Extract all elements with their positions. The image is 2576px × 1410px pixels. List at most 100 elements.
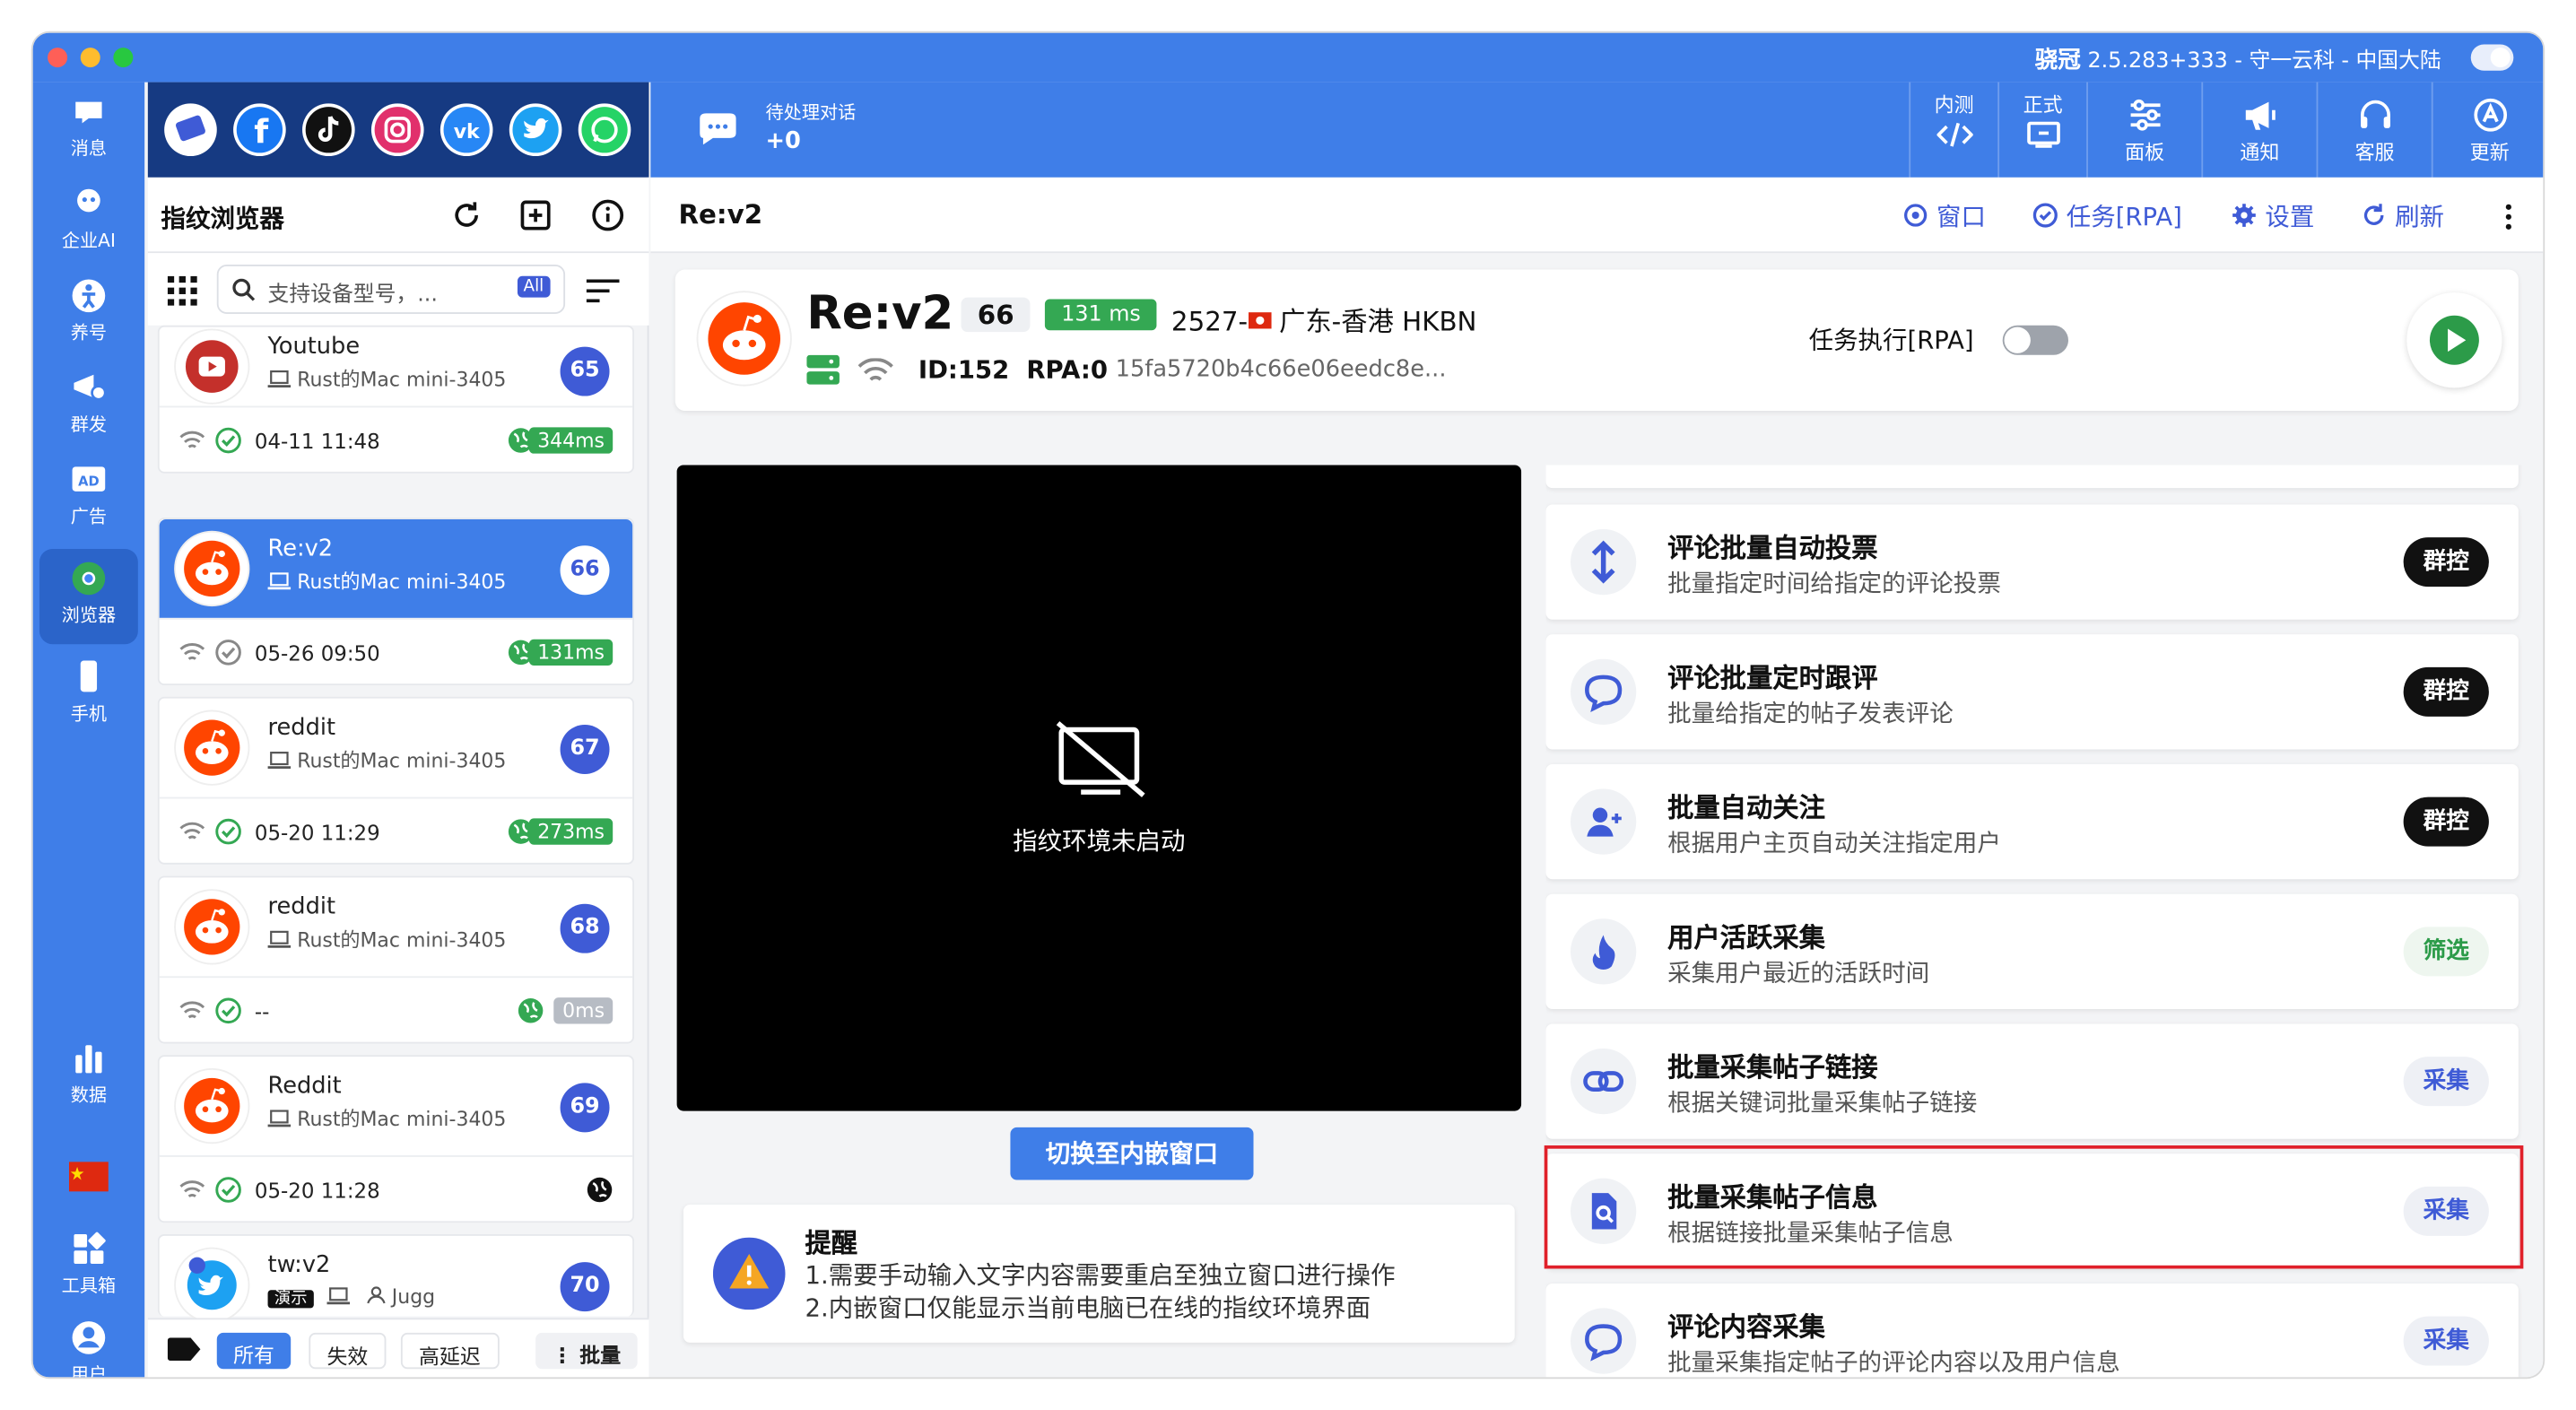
filter-invalid-pill[interactable]: 失效 <box>309 1332 387 1370</box>
beta-button[interactable]: 内测 <box>1909 82 1997 178</box>
task-desc: 根据关键词批量采集帖子链接 <box>1667 1091 1978 1118</box>
search-placeholder: 支持设备型号，... <box>267 283 438 308</box>
twitter-avatar-icon <box>175 1249 248 1322</box>
add-icon[interactable] <box>519 199 553 232</box>
sort-icon[interactable] <box>585 278 621 304</box>
list-item[interactable]: Reddit Rust的Mac mini-3405 69 05-20 11:28 <box>157 1055 634 1223</box>
rail-item-message[interactable]: 消息 <box>39 83 138 175</box>
collect-button[interactable]: 采集 <box>2403 1057 2489 1107</box>
twitter-icon[interactable] <box>509 103 562 157</box>
rail-item-phone[interactable]: 手机 <box>39 648 138 740</box>
task-item[interactable]: 评论内容采集 批量采集指定帖子的评论内容以及用户信息 采集 <box>1545 1283 2519 1378</box>
filter-button[interactable]: 筛选 <box>2403 927 2489 977</box>
start-button[interactable] <box>2406 292 2502 388</box>
list-item[interactable]: reddit Rust的Mac mini-3405 68 -- 0ms <box>157 875 634 1045</box>
main-area: Re:v2 窗口 任务[RPA] 设置 刷新 Re:v2 66 131 ms 2… <box>650 177 2544 1378</box>
rpa-toggle[interactable] <box>2002 325 2068 355</box>
card-status-row: 05-20 11:29 273ms <box>159 796 633 866</box>
notify-button[interactable]: 通知 <box>2201 82 2316 178</box>
rail-label: 广告 <box>70 506 108 528</box>
release-button[interactable]: 正式 <box>1997 82 2086 178</box>
task-item[interactable]: 评论批量定时跟评 批量给指定的帖子发表评论 群控 <box>1545 634 2519 750</box>
tiktok-icon[interactable] <box>302 103 355 157</box>
window-action-label: 窗口 <box>1936 202 1987 232</box>
latency-badge: 344ms <box>529 427 614 454</box>
rail-item-user[interactable]: 用户 <box>39 1315 138 1377</box>
facebook-icon[interactable]: f <box>233 103 286 157</box>
zoom-window-icon[interactable] <box>113 48 134 68</box>
rail-item-ai[interactable]: 企业AI <box>39 174 138 266</box>
list-item[interactable]: Re:v2 Rust的Mac mini-3405 66 05-26 09:50 … <box>157 518 634 686</box>
task-item[interactable]: 批量自动关注 根据用户主页自动关注指定用户 群控 <box>1545 763 2519 880</box>
group-control-button[interactable]: 群控 <box>2403 537 2489 588</box>
globe-icon <box>518 998 544 1023</box>
rail-item-browser[interactable]: 浏览器 <box>39 548 138 645</box>
rail-item-broadcast[interactable]: 群发 <box>39 358 138 450</box>
rail-label: 企业AI <box>61 230 116 252</box>
refresh-icon[interactable] <box>450 199 483 232</box>
updown-arrow-icon <box>1571 528 1637 596</box>
warning-icon <box>712 1237 786 1310</box>
task-item-post-info[interactable]: 批量采集帖子信息 根据链接批量采集帖子信息 采集 <box>1545 1153 2519 1269</box>
switch-embedded-button[interactable]: 切换至内嵌窗口 <box>1010 1127 1254 1180</box>
rail-label: 群发 <box>70 413 108 436</box>
settings-action[interactable]: 设置 <box>2231 199 2314 233</box>
platform-browser-icon[interactable] <box>164 103 217 157</box>
list-item[interactable]: tw:v2 演示 Jugg 70 <box>157 1233 634 1322</box>
group-control-button[interactable]: 群控 <box>2403 666 2489 717</box>
embedded-browser-screen[interactable]: 指纹环境未启动 <box>676 465 1522 1111</box>
task-item[interactable]: 用户活跃采集 采集用户最近的活跃时间 筛选 <box>1545 893 2519 1009</box>
update-icon <box>2473 98 2507 132</box>
task-item[interactable]: 批量采集帖子链接 根据关键词批量采集帖子链接 采集 <box>1545 1023 2519 1139</box>
rail-item-data[interactable]: 数据 <box>39 1029 138 1121</box>
grid-view-icon[interactable] <box>167 275 197 306</box>
pending-conversations[interactable]: 待处理对话 +0 <box>766 99 857 155</box>
update-button[interactable]: 更新 <box>2431 82 2544 178</box>
reminder-line-2: 2.内嵌窗口仅能显示当前电脑已在线的指纹环境界面 <box>805 1292 1371 1323</box>
card-number: 70 <box>560 1262 610 1312</box>
list-item[interactable]: Youtube Rust的Mac mini-3405 65 04-11 11:4… <box>157 325 634 474</box>
support-button[interactable]: 客服 <box>2316 82 2432 178</box>
card-time: 05-26 09:50 <box>254 640 380 666</box>
instagram-icon[interactable] <box>370 103 424 157</box>
globe-icon <box>587 1177 613 1203</box>
filter-all-pill[interactable]: 所有 <box>216 1332 292 1370</box>
batch-button[interactable]: ⋮ 批量 <box>535 1332 638 1370</box>
profile-number: 66 <box>961 297 1031 333</box>
refresh-label: 刷新 <box>2395 202 2445 232</box>
group-control-button[interactable]: 群控 <box>2403 796 2489 847</box>
task-list: 评论批量自动投票 批量指定时间给指定的评论投票 群控 评论批量定时跟评 批量给指… <box>1545 465 2527 1378</box>
minimize-window-icon[interactable] <box>80 48 100 68</box>
task-item-partial[interactable] <box>1545 465 2519 489</box>
panel-button[interactable]: 面板 <box>2086 82 2201 178</box>
rail-label: 消息 <box>70 137 108 160</box>
collect-button[interactable]: 采集 <box>2403 1186 2489 1236</box>
batch-label: 批量 <box>579 1342 622 1368</box>
close-window-icon[interactable] <box>48 48 68 68</box>
whatsapp-icon[interactable] <box>578 103 631 157</box>
card-header: Re:v2 Rust的Mac mini-3405 66 <box>159 518 633 618</box>
rpa-task-action[interactable]: 任务[RPA] <box>2032 199 2182 233</box>
card-status-row: -- 0ms <box>159 976 633 1045</box>
all-badge[interactable]: All <box>517 275 551 298</box>
page-title: Re:v2 <box>678 198 763 231</box>
vk-icon[interactable]: vk <box>439 103 493 157</box>
play-icon <box>2429 315 2479 365</box>
rail-item-region[interactable] <box>39 1151 138 1200</box>
refresh-action[interactable]: 刷新 <box>2361 199 2444 233</box>
info-icon[interactable] <box>591 199 624 232</box>
filter-latency-pill[interactable]: 高延迟 <box>400 1332 499 1370</box>
more-vertical-icon[interactable] <box>2503 202 2513 231</box>
task-item[interactable]: 评论批量自动投票 批量指定时间给指定的评论投票 群控 <box>1545 504 2519 620</box>
rail-item-ad[interactable]: AD 广告 <box>39 450 138 543</box>
theme-toggle[interactable] <box>2470 44 2514 71</box>
card-name: tw:v2 <box>267 1252 331 1279</box>
list-item[interactable]: reddit Rust的Mac mini-3405 67 05-20 11:29… <box>157 696 634 866</box>
window-action[interactable]: 窗口 <box>1902 199 1986 233</box>
rail-item-toolbox[interactable]: 工具箱 <box>39 1219 138 1311</box>
collect-button[interactable]: 采集 <box>2403 1316 2489 1366</box>
tag-icon[interactable] <box>167 1337 201 1362</box>
follow-user-icon <box>1571 788 1637 855</box>
card-number: 67 <box>560 725 610 774</box>
rail-item-nurture[interactable]: 养号 <box>39 266 138 359</box>
